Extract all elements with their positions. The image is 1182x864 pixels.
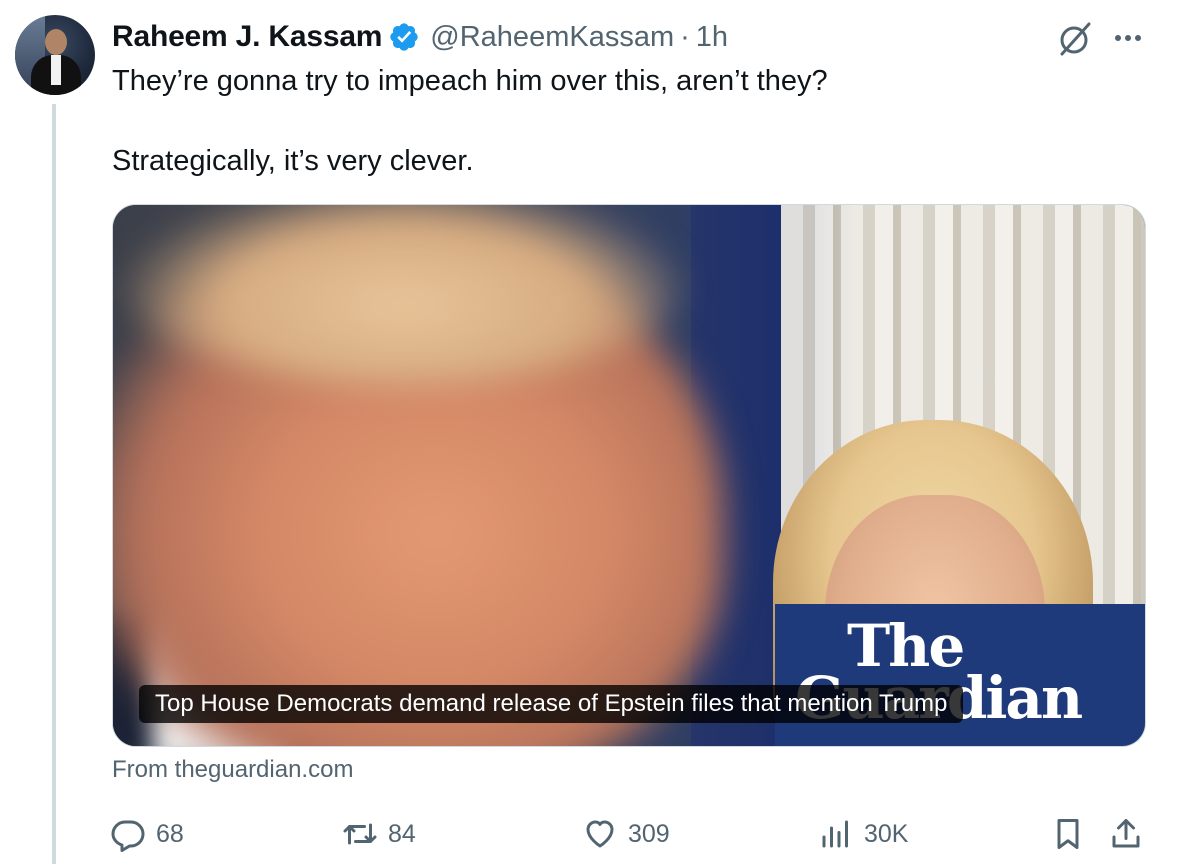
share-icon — [1112, 819, 1140, 848]
reply-icon — [111, 820, 145, 852]
action-bar: 68 84 309 30K — [110, 812, 1150, 856]
like-count: 309 — [628, 819, 670, 848]
verified-badge-icon[interactable] — [388, 21, 420, 53]
views-button[interactable]: 30K — [818, 812, 908, 856]
bookmark-button[interactable] — [1050, 812, 1086, 856]
bookmark-icon — [1057, 819, 1079, 849]
avatar-shirt — [51, 55, 61, 85]
grok-icon[interactable] — [1053, 18, 1095, 60]
tweet-header: Raheem J. Kassam @RaheemKassam · 1h — [112, 17, 728, 57]
like-button[interactable]: 309 — [582, 812, 670, 856]
header-separator: · — [680, 20, 690, 53]
share-button[interactable] — [1108, 812, 1144, 856]
author-name[interactable]: Raheem J. Kassam — [112, 20, 382, 54]
reply-button[interactable]: 68 — [110, 812, 184, 856]
avatar-head — [45, 29, 67, 55]
tweet-time[interactable]: 1h — [696, 21, 728, 54]
heart-icon — [586, 820, 614, 848]
views-count: 30K — [864, 819, 909, 848]
reply-count: 68 — [156, 819, 184, 848]
repost-button[interactable]: 84 — [342, 812, 416, 856]
tweet-line: Strategically, it’s very clever. — [112, 145, 474, 177]
link-card[interactable]: The Guardian Top House Democrats demand … — [112, 204, 1146, 747]
repost-count: 84 — [388, 819, 416, 848]
author-handle[interactable]: @RaheemKassam — [430, 21, 674, 54]
thread-line — [52, 104, 56, 864]
guardian-logo: The Guardian — [775, 604, 1145, 746]
avatar[interactable] — [15, 15, 95, 95]
more-icon[interactable] — [1110, 24, 1146, 52]
card-source[interactable]: From theguardian.com — [112, 756, 353, 784]
card-caption: Top House Democrats demand release of Ep… — [139, 685, 964, 723]
repost-icon — [343, 823, 377, 845]
views-icon — [822, 820, 848, 848]
tweet-line: They’re gonna try to impeach him over th… — [112, 65, 828, 97]
tweet-text: They’re gonna try to impeach him over th… — [112, 62, 1152, 180]
